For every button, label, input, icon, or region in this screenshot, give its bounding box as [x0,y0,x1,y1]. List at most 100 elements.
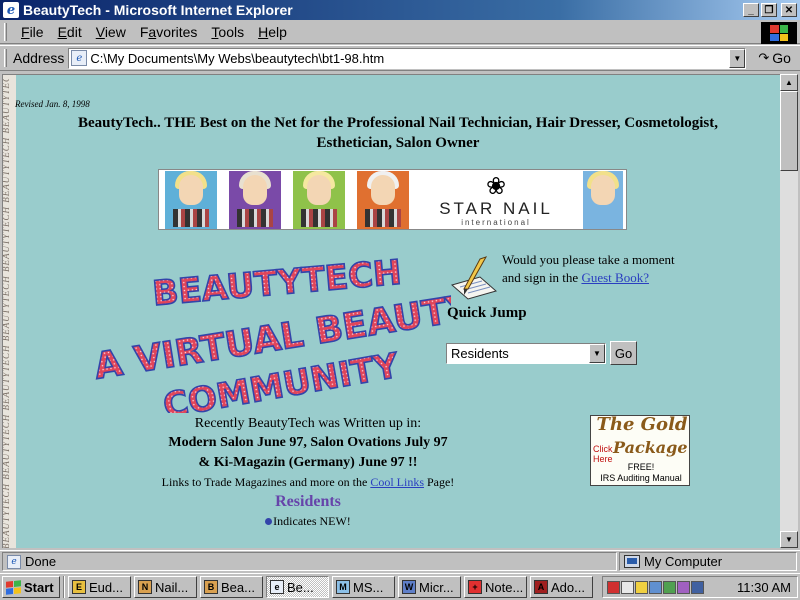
page-icon: e [71,50,88,66]
tray-network-icon[interactable] [649,580,662,594]
star-nail-banner-ad[interactable]: ❀ STAR NAIL international [158,169,627,230]
ie-app-icon[interactable]: e [3,2,19,18]
taskbar-app-icon: N [138,580,152,594]
restore-button[interactable]: ❐ [761,3,777,17]
page-content: BEAUTYTECH BEAUTYTECH BEAUTYTECH BEAUTYT… [2,74,780,548]
tray-app-icon[interactable] [607,580,620,594]
new-indicator-text: Indicates NEW! [273,514,351,528]
status-bar: e Done My Computer [0,550,800,572]
guestbook-prompt: Would you please take a moment and sign … [502,251,675,287]
tray-display-icon[interactable] [691,580,704,594]
tray-volume-icon[interactable] [635,580,648,594]
taskbar-app-icon: E [72,580,86,594]
taskbar-button-label: Nail... [155,579,189,595]
minimize-button[interactable]: _ [743,3,759,17]
taskbar-button-label: Eud... [89,579,123,595]
taskbar-app-icon: B [204,580,218,594]
taskbar-button[interactable]: E Eud... [68,576,131,598]
pencil-notepad-icon[interactable] [450,255,498,301]
taskbar-button[interactable]: W Micr... [398,576,461,598]
guestbook-line-2-prefix: and sign in the [502,270,582,285]
tray-scheduler-icon[interactable] [677,580,690,594]
taskbar-button[interactable]: + Note... [464,576,527,598]
banner-model-4 [357,170,409,229]
windows-flag-icon [770,25,788,41]
gold-package-click-here: Click Here [593,444,613,464]
quick-jump-select[interactable]: Residents ▼ [446,343,606,364]
taskbar-app-icon: + [468,580,482,594]
lotus-icon: ❀ [485,174,507,200]
menu-favorites[interactable]: Favorites [133,24,205,40]
close-button[interactable]: ✕ [781,3,797,17]
page-headline: BeautyTech.. THE Best on the Net for the… [78,115,718,151]
press-writeup-section: Recently BeautyTech was Written up in: M… [143,415,473,529]
windows-taskbar: Start E Eud... N Nail... B Bea... e Be... M MS...… [0,573,800,600]
side-strip-background: BEAUTYTECH BEAUTYTECH BEAUTYTECH BEAUTYT… [3,75,16,548]
go-label: Go [772,50,791,66]
tray-ati-icon[interactable] [621,580,634,594]
cool-links-link[interactable]: Cool Links [370,475,424,489]
writeup-intro: Recently BeautyTech was Written up in: [194,416,422,431]
scroll-up-button[interactable]: ▲ [780,74,798,91]
address-url[interactable]: C:\My Documents\My Webs\beautytech\bt1-9… [90,51,729,66]
gold-package-irs: IRS Auditing Manual [600,473,682,483]
writeup-links-line: Links to Trade Magazines and more on the… [143,473,473,491]
menu-tools[interactable]: Tools [204,24,251,40]
gold-package-ad[interactable]: The Gold Click Here Package FREE! IRS Au… [590,415,690,486]
taskbar-app-icon: A [534,580,548,594]
new-bullet-icon [265,517,273,525]
writeup-links-prefix: Links to Trade Magazines and more on the [161,475,371,489]
banner-model-3 [293,170,345,229]
tray-monitor-icon[interactable] [663,580,676,594]
window-title: BeautyTech - Microsoft Internet Explorer [23,2,293,18]
taskbar-button-label: MS... [353,579,384,595]
taskbar-separator [63,576,65,598]
guestbook-link[interactable]: Guest Book? [581,270,649,285]
gold-package-package: Package [613,438,688,457]
address-dropdown-button[interactable]: ▼ [729,48,746,68]
go-button[interactable]: ↷ Go [758,50,791,66]
taskbar-button-label: Be... [287,579,314,595]
scroll-down-button[interactable]: ▼ [780,531,798,548]
quick-jump-go-button[interactable]: Go [610,341,637,365]
quick-jump-selected-value: Residents [451,346,509,361]
vertical-scrollbar[interactable]: ▲ ▼ [780,74,798,548]
my-computer-icon [624,555,640,568]
new-indicator-note: Indicates NEW! [143,513,473,529]
taskbar-clock[interactable]: 11:30 AM [737,580,791,595]
taskbar-button[interactable]: e Be... [266,576,329,598]
status-zone-text: My Computer [644,554,723,569]
tray-icons [607,580,705,594]
menu-view[interactable]: View [89,24,133,40]
gold-package-free: FREE! [627,462,655,472]
menu-help[interactable]: Help [251,24,294,40]
taskbar-button[interactable]: A Ado... [530,576,593,598]
writeup-magazines-1: Modern Salon June 97, Salon Ovations Jul… [168,435,448,450]
taskbar-app-icon: M [336,580,350,594]
taskbar-button[interactable]: M MS... [332,576,395,598]
quick-jump-dropdown-button[interactable]: ▼ [589,344,605,363]
menu-edit[interactable]: Edit [51,24,89,40]
banner-model-2 [229,170,281,229]
start-label: Start [24,579,54,595]
writeup-magazines-2: & Ki-Magazin (Germany) June 97 !! [198,455,418,470]
revised-date: Revised Jan. 8, 1998 [15,99,90,109]
toolbar-grip[interactable] [4,49,7,67]
taskbar-button[interactable]: N Nail... [134,576,197,598]
windows-flag-icon [6,579,21,595]
address-input[interactable]: e C:\My Documents\My Webs\beautytech\bt1… [68,47,747,69]
gold-package-title: The Gold [596,415,688,435]
taskbar-button[interactable]: B Bea... [200,576,263,598]
guestbook-line-1: Would you please take a moment [502,252,675,267]
windows-logo-throbber [761,22,797,44]
toolbar-grip[interactable] [4,23,7,41]
taskbar-button-label: Bea... [221,579,255,595]
menu-file[interactable]: File [14,24,51,40]
beautytech-wordart-logo: BEAUTYTECH A VIRTUAL BEAUTY COMMUNITY [91,253,451,413]
banner-model-1 [165,170,217,229]
scroll-thumb[interactable] [780,91,798,171]
start-button[interactable]: Start [2,576,60,598]
status-main-pane: e Done [2,552,617,571]
menu-bar: File Edit View Favorites Tools Help [0,20,800,44]
taskbar-button-label: Micr... [419,579,454,595]
